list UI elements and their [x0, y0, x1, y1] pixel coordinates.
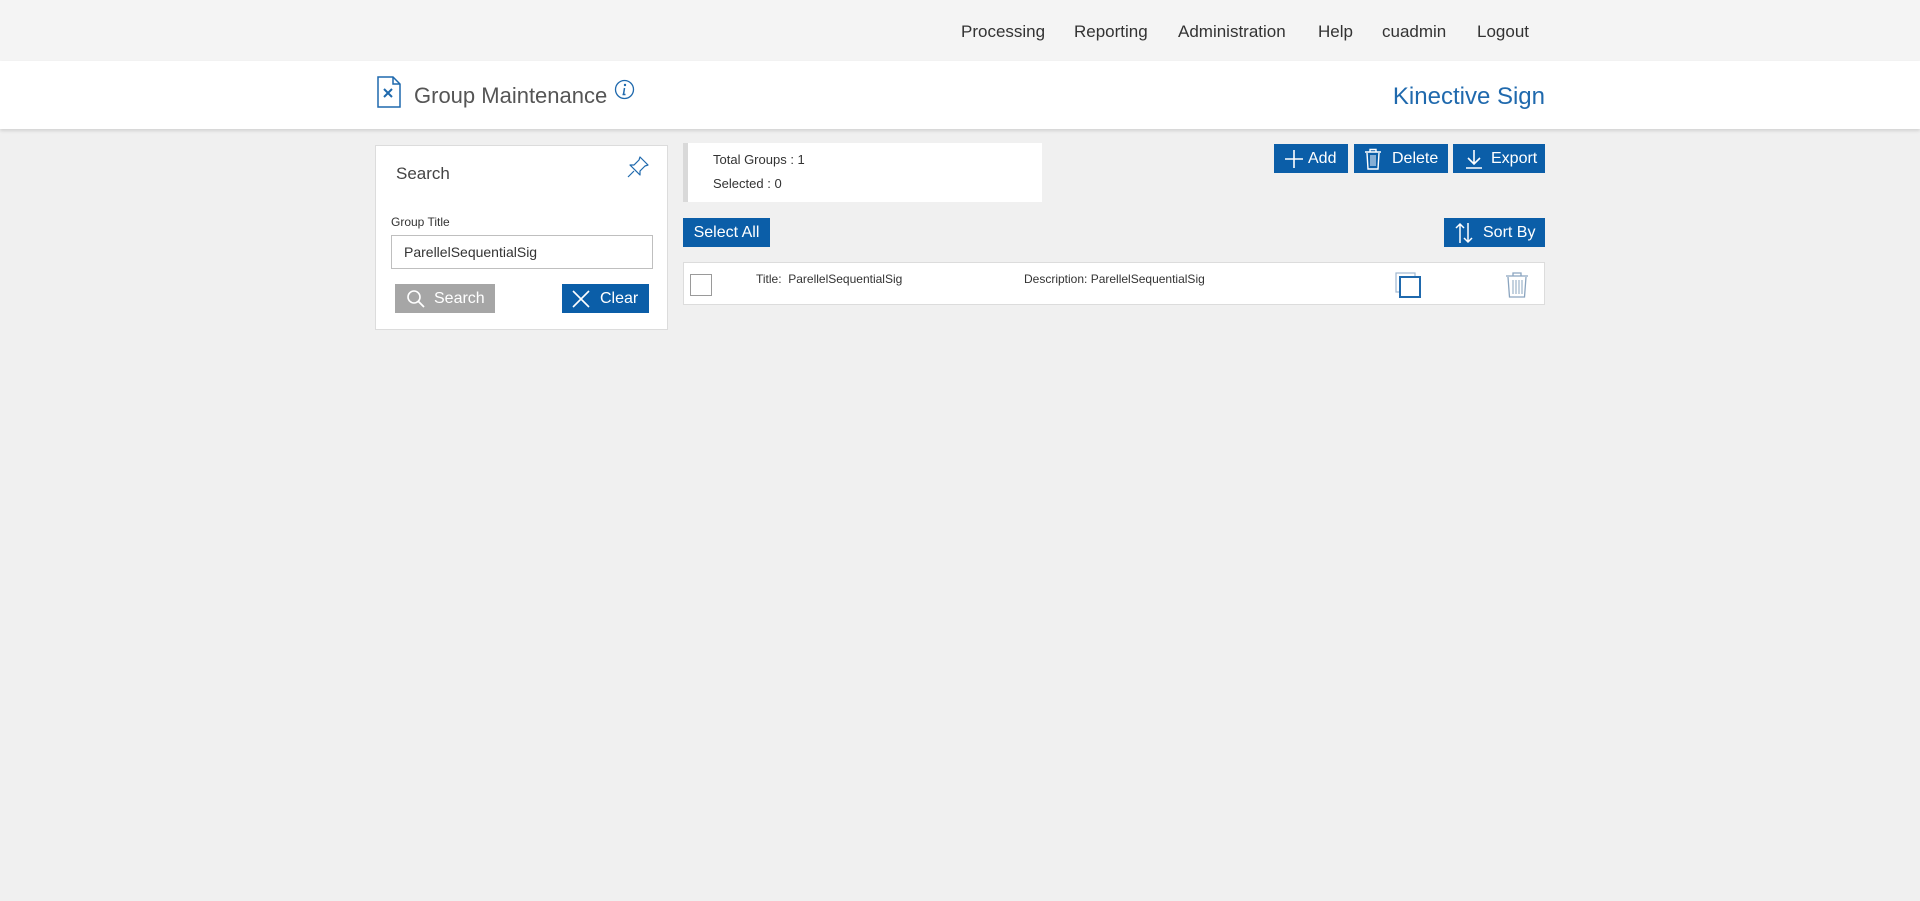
- select-all-button[interactable]: Select All: [683, 218, 770, 247]
- groups-summary: Total Groups : 1 Selected : 0: [683, 143, 1042, 202]
- clear-button-label: Clear: [600, 289, 639, 307]
- total-groups: Total Groups : 1: [713, 152, 805, 167]
- brand-name: Kinective Sign: [1392, 83, 1545, 110]
- add-button-label: Add: [1308, 149, 1337, 167]
- page-title: Group Maintenance: [414, 83, 608, 108]
- search-panel-title: Search: [396, 164, 450, 183]
- group-title-label: Group Title: [391, 215, 450, 229]
- info-icon[interactable]: [614, 79, 635, 100]
- nav-logout[interactable]: Logout: [1477, 22, 1529, 42]
- sort-by-button[interactable]: Sort By: [1444, 218, 1545, 247]
- copy-icon[interactable]: [1394, 271, 1422, 299]
- export-button-label: Export: [1491, 149, 1538, 167]
- search-button-label: Search: [434, 289, 485, 307]
- nav-processing[interactable]: Processing: [961, 22, 1045, 42]
- nav-administration[interactable]: Administration: [1178, 22, 1286, 42]
- page-header: Group Maintenance Kinective Sign: [0, 61, 1920, 129]
- nav-user[interactable]: cuadmin: [1382, 22, 1446, 42]
- document-x-icon: [377, 76, 401, 108]
- row-description: Description: ParellelSequentialSig: [1024, 272, 1205, 286]
- export-button[interactable]: Export: [1453, 144, 1545, 173]
- row-checkbox[interactable]: [690, 274, 712, 296]
- search-panel: Search Group Title Search Clear: [375, 145, 668, 330]
- list-item: Title: ParellelSequentialSig Description…: [683, 262, 1545, 305]
- row-delete-icon[interactable]: [1504, 271, 1530, 299]
- add-button[interactable]: Add: [1274, 144, 1348, 173]
- selected-count: Selected : 0: [713, 176, 782, 191]
- select-all-label: Select All: [693, 223, 760, 241]
- clear-button[interactable]: Clear: [562, 284, 649, 313]
- top-navigation: Processing Reporting Administration Help…: [0, 0, 1920, 61]
- delete-button-label: Delete: [1392, 149, 1439, 167]
- sort-icon: [1455, 222, 1473, 243]
- search-icon: [407, 289, 425, 308]
- sort-by-label: Sort By: [1483, 223, 1536, 241]
- row-title: Title: ParellelSequentialSig: [756, 272, 903, 286]
- nav-reporting[interactable]: Reporting: [1074, 22, 1148, 42]
- plus-icon: [1285, 149, 1303, 168]
- search-button[interactable]: Search: [395, 284, 495, 313]
- close-icon: [572, 289, 590, 308]
- group-title-input[interactable]: [391, 235, 653, 269]
- delete-button[interactable]: Delete: [1354, 144, 1448, 173]
- nav-help[interactable]: Help: [1318, 22, 1353, 42]
- download-icon: [1466, 149, 1482, 169]
- trash-icon: [1365, 148, 1381, 170]
- pin-icon[interactable]: [625, 154, 651, 180]
